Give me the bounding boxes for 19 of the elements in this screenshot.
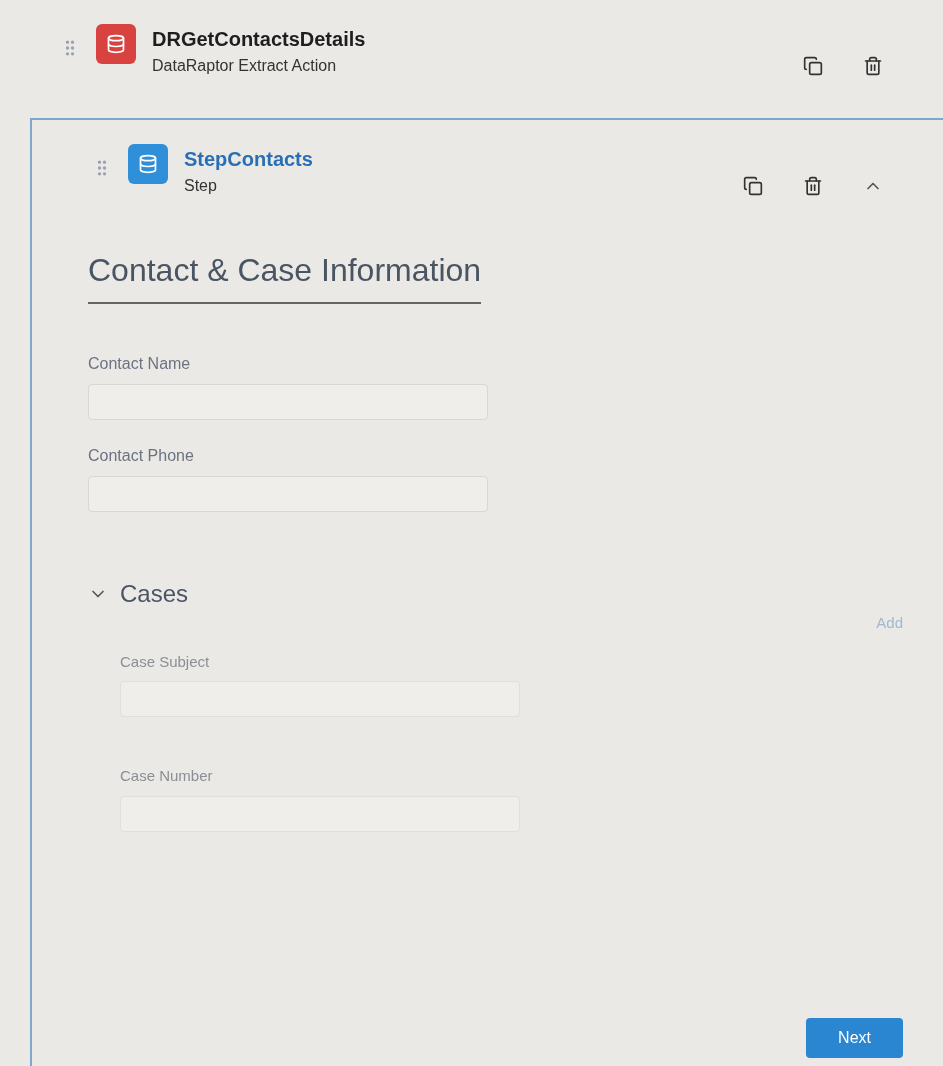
field-label: Contact Phone — [88, 446, 195, 466]
form-heading: Contact & Case Information — [88, 246, 482, 304]
element-title: DRGetContactsDetails — [152, 27, 366, 52]
field-label: Case Subject — [120, 651, 211, 672]
element-type-icon — [96, 24, 136, 64]
next-button[interactable]: Next — [806, 1018, 903, 1058]
input-field[interactable] — [88, 476, 488, 512]
element-title: StepContacts — [184, 147, 313, 172]
element-type-icon — [128, 144, 168, 184]
field-label: Contact Name — [88, 354, 192, 374]
element-type-label: DataRaptor Extract Action — [152, 56, 338, 76]
delete-icon[interactable] — [803, 176, 823, 196]
input-field[interactable] — [88, 384, 488, 420]
element-type-label: Step — [184, 176, 218, 196]
field-label: Case Number — [120, 766, 214, 786]
delete-icon[interactable] — [863, 56, 883, 76]
block-title: Cases — [120, 579, 189, 609]
copy-icon[interactable] — [743, 176, 763, 196]
copy-icon[interactable] — [803, 56, 823, 76]
